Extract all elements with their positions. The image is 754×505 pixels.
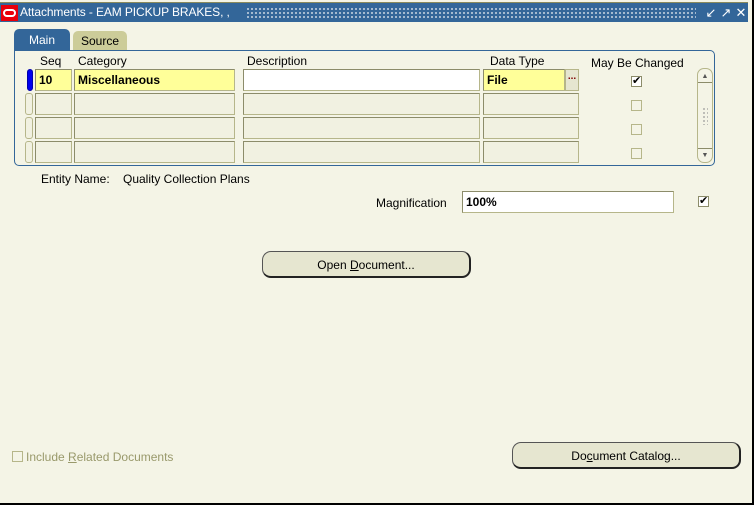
button-label-part: Do xyxy=(571,449,587,463)
data-type-field[interactable] xyxy=(483,93,579,115)
data-type-field[interactable]: File xyxy=(483,69,565,91)
record-indicator[interactable] xyxy=(25,141,33,163)
current-record-indicator[interactable] xyxy=(27,69,33,91)
checkbox-label-part: Include xyxy=(26,450,69,464)
category-field[interactable] xyxy=(74,141,235,163)
description-field[interactable] xyxy=(243,117,480,139)
button-label-part: ument Catalog... xyxy=(592,449,681,463)
description-field[interactable] xyxy=(243,141,480,163)
magnification-label: Magnification xyxy=(376,196,447,210)
column-header-seq: Seq xyxy=(40,54,62,68)
data-type-field[interactable] xyxy=(483,117,579,139)
seq-field[interactable] xyxy=(35,93,72,115)
checkbox-box[interactable] xyxy=(12,451,23,462)
scrollbar-thumb[interactable] xyxy=(702,107,708,125)
button-mnemonic: D xyxy=(350,258,359,272)
record-indicator[interactable] xyxy=(25,93,33,115)
maximize-icon[interactable]: ↗ xyxy=(719,5,733,20)
scroll-up-arrow-icon[interactable]: ▲ xyxy=(698,70,712,83)
entity-name-value: Quality Collection Plans xyxy=(123,172,250,186)
record-indicator[interactable] xyxy=(25,117,33,139)
may-be-changed-checkbox[interactable] xyxy=(631,148,642,159)
tab-main[interactable]: Main xyxy=(14,29,70,51)
window-title: Attachments - EAM PICKUP BRAKES, , xyxy=(20,5,230,19)
open-document-button[interactable]: Open Document... xyxy=(262,251,471,278)
magnification-field[interactable]: 100% xyxy=(462,191,674,213)
may-be-changed-checkbox[interactable] xyxy=(631,74,642,87)
entity-name-label: Entity Name: xyxy=(41,172,110,186)
may-be-changed-checkbox[interactable] xyxy=(631,100,642,111)
may-be-changed-checkbox[interactable] xyxy=(631,124,642,135)
tab-source[interactable]: Source xyxy=(73,31,127,51)
button-label-part: Open xyxy=(317,258,350,272)
column-header-may-be-changed: May Be Changed xyxy=(591,56,684,70)
title-grip-pattern xyxy=(246,7,696,19)
column-header-description: Description xyxy=(247,54,308,68)
column-header-category: Category xyxy=(78,54,127,68)
column-header-data-type: Data Type xyxy=(490,54,545,68)
scroll-down-arrow-icon[interactable]: ▼ xyxy=(698,148,712,161)
seq-field[interactable]: 10 xyxy=(35,69,72,91)
title-bar[interactable]: Attachments - EAM PICKUP BRAKES, , ↙ ↗ ✕ xyxy=(0,2,748,22)
category-field[interactable] xyxy=(74,93,235,115)
seq-field[interactable] xyxy=(35,117,72,139)
close-icon[interactable]: ✕ xyxy=(734,5,748,20)
attachments-window: Attachments - EAM PICKUP BRAKES, , ↙ ↗ ✕… xyxy=(0,0,754,505)
minimize-icon[interactable]: ↙ xyxy=(704,5,718,20)
vertical-scrollbar[interactable]: ▲ ▼ xyxy=(697,68,713,163)
description-field[interactable] xyxy=(243,69,480,91)
category-field[interactable]: Miscellaneous xyxy=(74,69,235,91)
seq-field[interactable] xyxy=(35,141,72,163)
document-catalog-button[interactable]: Document Catalog... xyxy=(512,442,741,469)
include-related-documents-checkbox[interactable]: Include Related Documents xyxy=(12,450,173,464)
description-field[interactable] xyxy=(243,93,480,115)
category-field[interactable] xyxy=(74,117,235,139)
checkbox-mnemonic: R xyxy=(68,450,77,464)
list-of-values-button[interactable]: ... xyxy=(565,69,579,91)
data-type-field[interactable] xyxy=(483,141,579,163)
checkbox-label-part: elated Documents xyxy=(76,450,174,464)
magnification-checkbox[interactable] xyxy=(698,194,709,207)
button-label-part: ocument... xyxy=(358,258,415,272)
oracle-logo-icon xyxy=(1,5,18,21)
